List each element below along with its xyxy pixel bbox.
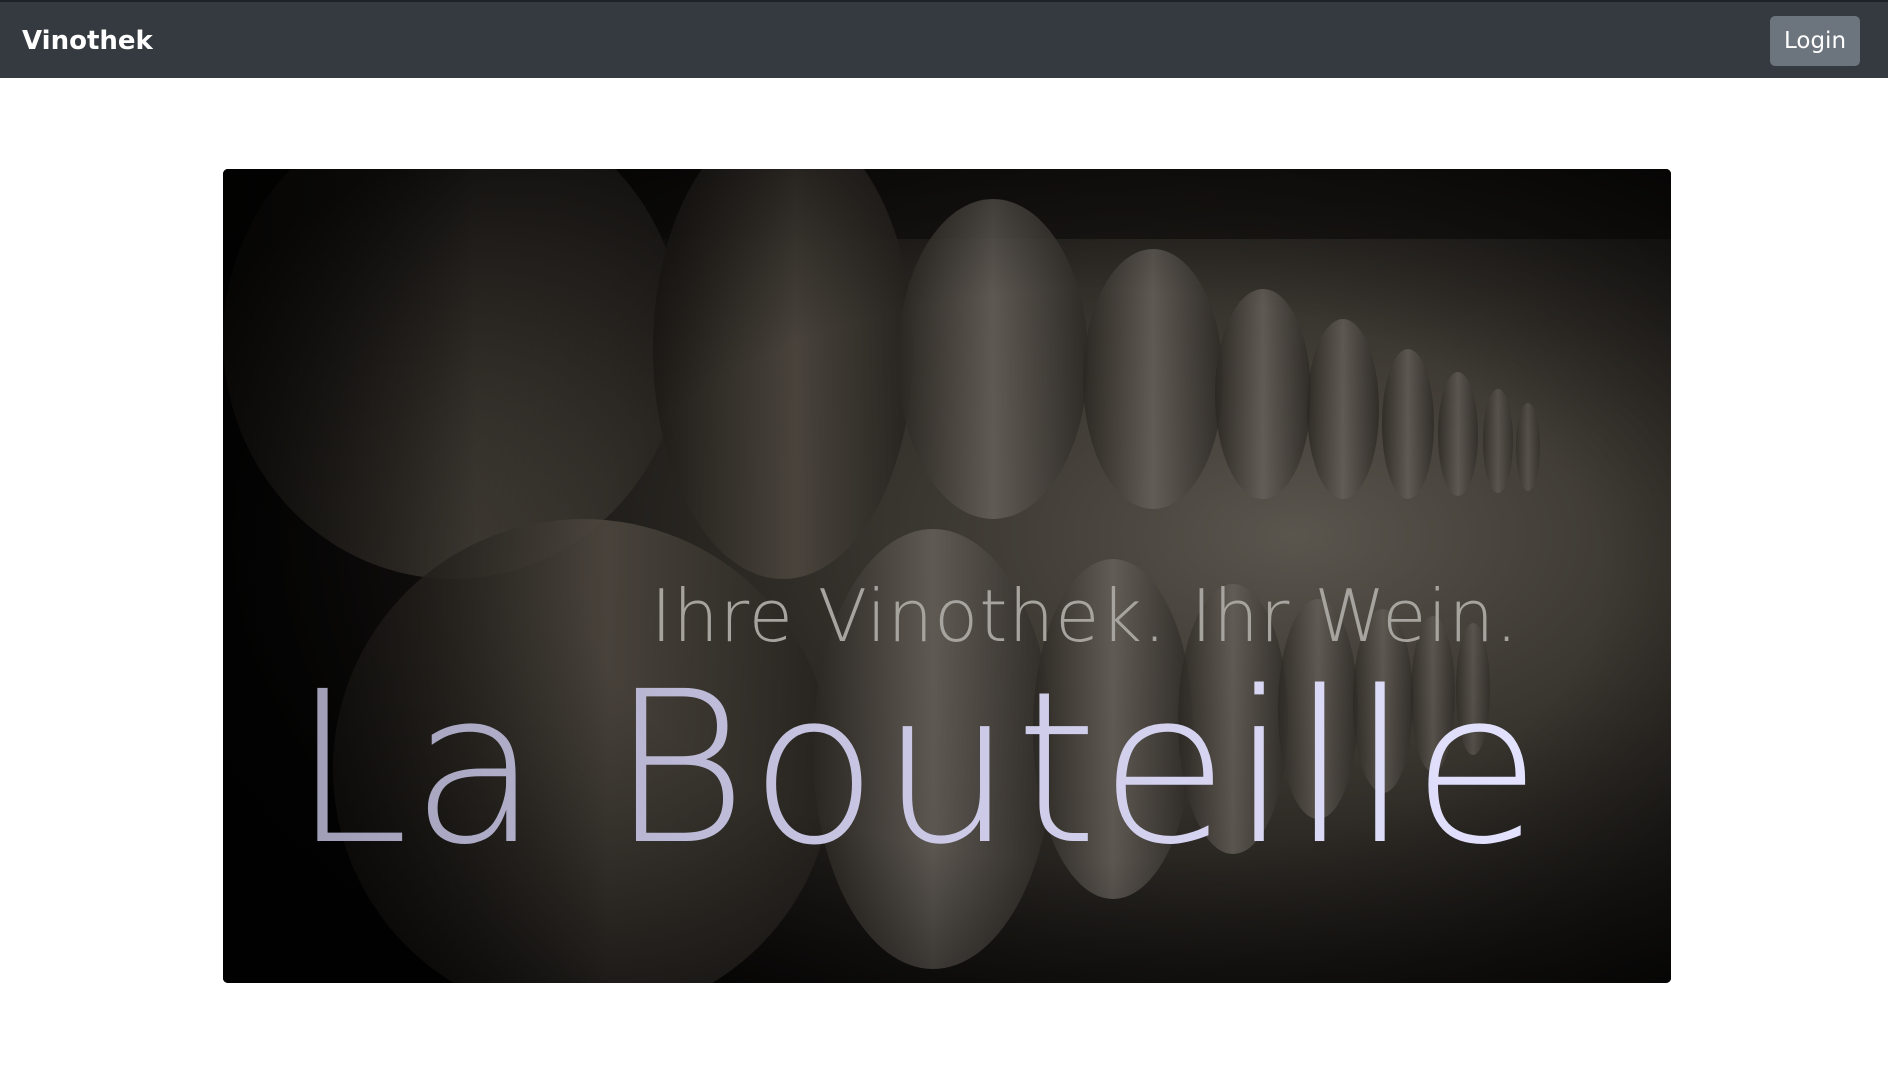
navbar: Vinothek Login [0, 0, 1888, 78]
brand-link[interactable]: Vinothek [22, 24, 153, 58]
hero-title: La Bouteille [223, 649, 1543, 889]
login-button[interactable]: Login [1770, 16, 1860, 66]
hero-banner-image: Ihre Vinothek. Ihr Wein. La Bouteille [223, 169, 1671, 983]
